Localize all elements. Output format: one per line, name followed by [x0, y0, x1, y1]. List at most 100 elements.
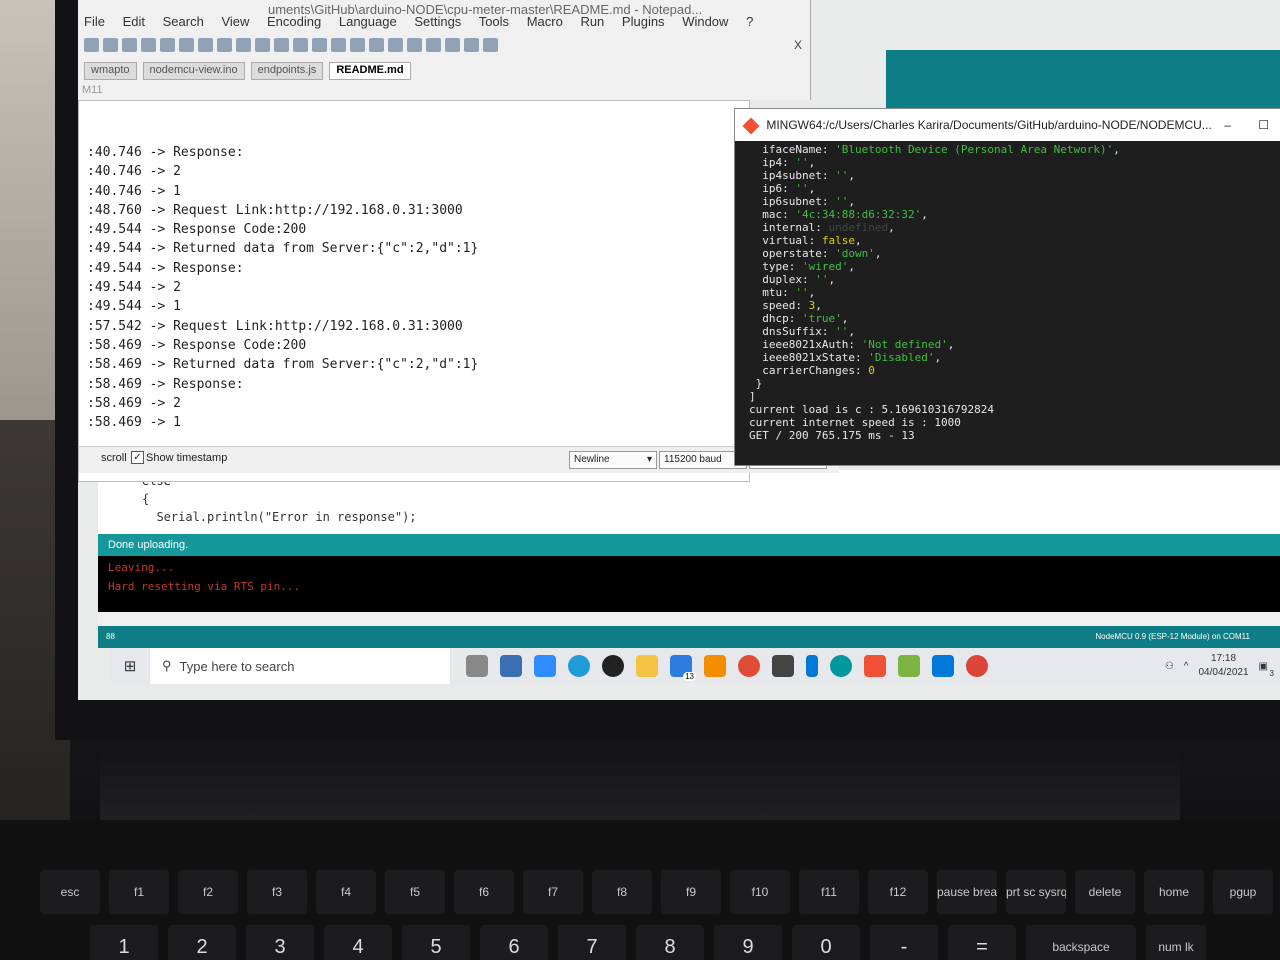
windows-start-icon[interactable]: ⊞	[110, 648, 150, 684]
undo-icon[interactable]	[255, 38, 270, 52]
key-prt-sc-sysrq: prt sc sysrq	[1006, 870, 1066, 914]
blue-app-icon[interactable]	[806, 655, 818, 677]
serial-line: :40.746 -> Response:	[87, 145, 244, 160]
key-0: 0	[792, 925, 860, 960]
record-macro-icon[interactable]	[426, 38, 441, 52]
maximize-icon[interactable]: ☐	[1258, 109, 1269, 141]
notepadpp-window: uments\GitHub\arduino-NODE\cpu-meter-mas…	[78, 0, 811, 100]
replace-icon[interactable]	[312, 38, 327, 52]
close-document-icon[interactable]: X	[794, 38, 802, 52]
chevron-up-icon[interactable]: ^	[1184, 661, 1189, 672]
save-icon[interactable]	[122, 38, 137, 52]
menu-view[interactable]: View	[221, 14, 249, 29]
menu-encoding[interactable]: Encoding	[267, 14, 321, 29]
store-icon[interactable]	[772, 655, 794, 677]
zoom-out-icon[interactable]	[350, 38, 365, 52]
google-icon[interactable]	[966, 655, 988, 677]
key-num-lk: num lk	[1146, 925, 1206, 960]
key-f7: f7	[523, 870, 583, 914]
menu-file[interactable]: File	[84, 14, 105, 29]
menu-search[interactable]: Search	[163, 14, 204, 29]
save-macro-icon[interactable]	[483, 38, 498, 52]
open-file-icon[interactable]	[103, 38, 118, 52]
windows-taskbar: ⊞ ⚲ Type here to search 13 ⚇ ^ 17:18 04/…	[110, 648, 1280, 684]
terminal-line: ip4subnet: '',	[749, 169, 855, 182]
tab-wmapto[interactable]: wmapto	[84, 62, 137, 80]
key-home: home	[1144, 870, 1204, 914]
terminal-titlebar: MINGW64:/c/Users/Charles Karira/Document…	[735, 109, 1280, 141]
sync-scroll-icon[interactable]	[369, 38, 384, 52]
menu-edit[interactable]: Edit	[123, 14, 145, 29]
menu-language[interactable]: Language	[339, 14, 397, 29]
key-f3: f3	[247, 870, 307, 914]
wrap-icon[interactable]	[388, 38, 403, 52]
menu-window[interactable]: Window	[682, 14, 728, 29]
tab-nodemcu-view[interactable]: nodemcu-view.ino	[142, 62, 245, 80]
minimize-icon[interactable]: –	[1224, 109, 1231, 141]
search-placeholder: Type here to search	[179, 658, 295, 674]
zoom-icon[interactable]	[534, 655, 556, 677]
vscode-icon[interactable]	[932, 655, 954, 677]
zoom-in-icon[interactable]	[331, 38, 346, 52]
git-icon[interactable]	[864, 655, 886, 677]
stop-macro-icon[interactable]	[445, 38, 460, 52]
board-info: NodeMCU 0.9 (ESP-12 Module) on COM11	[1095, 632, 1250, 641]
print-icon[interactable]	[179, 38, 194, 52]
menu-plugins[interactable]: Plugins	[622, 14, 665, 29]
photo-scene: uments\GitHub\arduino-NODE\cpu-meter-mas…	[0, 0, 1280, 960]
clock[interactable]: 17:18 04/04/2021	[1198, 652, 1248, 680]
task-view-icon[interactable]	[466, 655, 488, 677]
key-f5: f5	[385, 870, 445, 914]
menu-settings[interactable]: Settings	[414, 14, 461, 29]
menu-run[interactable]: Run	[580, 14, 604, 29]
menu-macro[interactable]: Macro	[527, 14, 563, 29]
line-ending-select[interactable]: Newline ▾	[569, 451, 657, 469]
key--: -	[870, 925, 938, 960]
serial-line: :40.746 -> 2	[87, 164, 181, 180]
chrome-icon[interactable]	[738, 655, 760, 677]
redo-icon[interactable]	[274, 38, 289, 52]
copy-icon[interactable]	[217, 38, 232, 52]
serial-line: :48.760 -> Request Link:http://192.168.0…	[87, 202, 463, 218]
key-f2: f2	[178, 870, 238, 914]
app-icon[interactable]	[602, 655, 624, 677]
notepadpp-icon[interactable]	[898, 655, 920, 677]
arduino-icon[interactable]	[830, 655, 852, 677]
terminal-line: internal: undefined,	[749, 221, 895, 234]
people-icon[interactable]: ⚇	[1165, 661, 1174, 672]
notification-icon[interactable]: ▣ 3	[1259, 661, 1274, 678]
key-f9: f9	[661, 870, 721, 914]
new-file-icon[interactable]	[84, 38, 99, 52]
key-esc: esc	[40, 870, 100, 914]
chevron-down-icon: ▾	[646, 454, 652, 465]
laptop-keyboard: esc f1 f2 f3 f4 f5 f6 f7 f8 f9 f10 f11 f12 pause brea…	[0, 820, 1280, 960]
find-icon[interactable]	[293, 38, 308, 52]
key-5: 5	[402, 925, 470, 960]
terminal-line: carrierChanges: 0	[749, 364, 875, 377]
save-all-icon[interactable]	[141, 38, 156, 52]
notepadpp-menubar: File Edit Search View Encoding Language …	[84, 14, 763, 29]
serial-line: :49.544 -> Response:	[87, 260, 244, 276]
line-gutter: M11	[82, 84, 103, 96]
play-macro-icon[interactable]	[464, 38, 479, 52]
file-explorer-icon[interactable]	[636, 655, 658, 677]
horizontal-scrollbar[interactable]	[98, 612, 1280, 626]
terminal-line: ifaceName: 'Bluetooth Device (Personal A…	[749, 143, 1120, 156]
timestamp-checkbox[interactable]: ✓	[131, 451, 144, 464]
close-icon[interactable]	[160, 38, 175, 52]
mail-icon[interactable]: 13	[670, 655, 696, 681]
menu-tools[interactable]: Tools	[479, 14, 509, 29]
cut-icon[interactable]	[198, 38, 213, 52]
key-2: 2	[168, 925, 236, 960]
terminal-line: virtual: false,	[749, 234, 862, 247]
system-tray: ⚇ ^ 17:18 04/04/2021 ▣ 3	[1165, 652, 1280, 680]
camera-icon[interactable]	[500, 655, 522, 677]
taskbar-search[interactable]: ⚲ Type here to search	[150, 648, 450, 684]
menu-help[interactable]: ?	[746, 14, 753, 29]
paste-icon[interactable]	[236, 38, 251, 52]
tab-readme[interactable]: README.md	[329, 62, 411, 80]
tab-endpoints[interactable]: endpoints.js	[250, 62, 324, 80]
sublime-icon[interactable]	[704, 655, 726, 677]
indent-guide-icon[interactable]	[407, 38, 422, 52]
edge-icon[interactable]	[568, 655, 590, 677]
